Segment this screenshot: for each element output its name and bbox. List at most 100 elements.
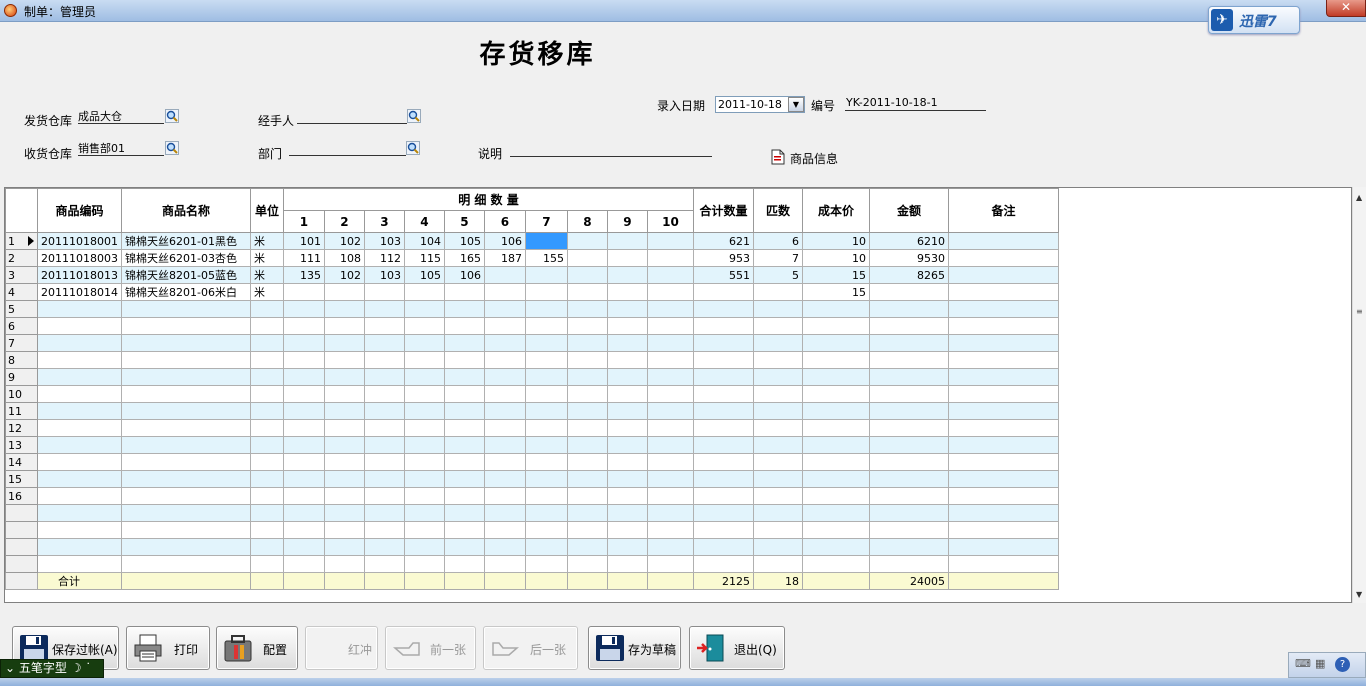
cell-name[interactable] bbox=[120, 419, 251, 437]
scroll-up-icon[interactable]: ▲ bbox=[1356, 193, 1362, 202]
cell-qty[interactable] bbox=[363, 487, 405, 505]
cell-qty[interactable]: 104 bbox=[403, 232, 445, 250]
cell-amount[interactable] bbox=[868, 538, 949, 556]
cell-qty[interactable] bbox=[646, 300, 694, 318]
cell-qty[interactable] bbox=[606, 487, 648, 505]
cell-qty[interactable] bbox=[443, 504, 485, 522]
cell-cost[interactable] bbox=[801, 402, 870, 420]
col-header-pieces[interactable]: 匹数 bbox=[752, 188, 803, 233]
cell-unit[interactable]: 米 bbox=[249, 249, 284, 267]
cell-qty[interactable] bbox=[646, 419, 694, 437]
cell-qty[interactable] bbox=[403, 504, 445, 522]
cell-qty[interactable] bbox=[363, 419, 405, 437]
table-row[interactable]: 10 bbox=[5, 385, 1059, 403]
cell-qty[interactable] bbox=[524, 402, 568, 420]
cell-code[interactable] bbox=[37, 555, 122, 573]
cell-qty[interactable] bbox=[282, 521, 325, 539]
help-icon[interactable]: ? bbox=[1335, 657, 1350, 672]
cell-remark[interactable] bbox=[947, 249, 1059, 267]
table-row[interactable]: 8 bbox=[5, 351, 1059, 369]
cell-code[interactable] bbox=[37, 385, 122, 403]
cell-name[interactable] bbox=[120, 351, 251, 369]
cell-code[interactable] bbox=[37, 368, 122, 386]
cell-total-qty[interactable] bbox=[692, 334, 754, 352]
cell-amount[interactable] bbox=[868, 300, 949, 318]
cell-qty[interactable] bbox=[282, 283, 325, 301]
col-header-unit[interactable]: 单位 bbox=[249, 188, 284, 233]
cell-code[interactable]: 20111018003 bbox=[37, 249, 122, 267]
cell-qty[interactable] bbox=[282, 504, 325, 522]
cell-pieces[interactable] bbox=[752, 334, 803, 352]
cell-unit[interactable]: 米 bbox=[249, 266, 284, 284]
cell-qty[interactable] bbox=[566, 334, 608, 352]
cell-total-qty[interactable] bbox=[692, 351, 754, 369]
cell-pieces[interactable] bbox=[752, 385, 803, 403]
cell-qty[interactable] bbox=[323, 283, 365, 301]
cell-amount[interactable]: 9530 bbox=[868, 249, 949, 267]
cell-qty[interactable] bbox=[606, 402, 648, 420]
cell-qty[interactable] bbox=[566, 266, 608, 284]
cell-cost[interactable]: 15 bbox=[801, 266, 870, 284]
scrollbar-thumb[interactable] bbox=[1354, 205, 1365, 605]
cell-total-qty[interactable]: 621 bbox=[692, 232, 754, 250]
cell-qty[interactable] bbox=[323, 351, 365, 369]
col-header-size[interactable]: 6 bbox=[483, 210, 526, 233]
cell-qty[interactable] bbox=[646, 555, 694, 573]
cell-total-qty[interactable] bbox=[692, 368, 754, 386]
cell-unit[interactable] bbox=[249, 521, 284, 539]
cell-qty[interactable] bbox=[646, 487, 694, 505]
cell-unit[interactable] bbox=[249, 436, 284, 454]
cell-qty[interactable] bbox=[566, 521, 608, 539]
cell-name[interactable] bbox=[120, 402, 251, 420]
cell-qty[interactable]: 103 bbox=[363, 232, 405, 250]
cell-pieces[interactable] bbox=[752, 453, 803, 471]
cell-name[interactable] bbox=[120, 334, 251, 352]
cell-qty[interactable] bbox=[566, 487, 608, 505]
cell-remark[interactable] bbox=[947, 521, 1059, 539]
note-field[interactable] bbox=[510, 141, 712, 157]
cell-unit[interactable] bbox=[249, 555, 284, 573]
cell-qty[interactable] bbox=[323, 504, 365, 522]
cell-qty[interactable] bbox=[363, 436, 405, 454]
search-icon[interactable] bbox=[407, 109, 421, 123]
cell-qty[interactable] bbox=[483, 521, 526, 539]
cell-amount[interactable] bbox=[868, 317, 949, 335]
cell-amount[interactable] bbox=[868, 453, 949, 471]
cell-qty[interactable] bbox=[606, 504, 648, 522]
cell-qty[interactable] bbox=[566, 283, 608, 301]
cell-pieces[interactable]: 7 bbox=[752, 249, 803, 267]
cell-remark[interactable] bbox=[947, 402, 1059, 420]
cell-total-qty[interactable] bbox=[692, 385, 754, 403]
cell-code[interactable] bbox=[37, 300, 122, 318]
department-field[interactable] bbox=[289, 140, 406, 156]
cell-unit[interactable] bbox=[249, 351, 284, 369]
cell-name[interactable] bbox=[120, 521, 251, 539]
cell-qty[interactable] bbox=[443, 470, 485, 488]
table-row[interactable]: 4 20111018014 锦棉天丝8201-06米白米 15 bbox=[5, 283, 1059, 301]
col-header-amount[interactable]: 金额 bbox=[868, 188, 949, 233]
cell-pieces[interactable] bbox=[752, 402, 803, 420]
cell-qty[interactable]: 155 bbox=[524, 249, 568, 267]
cell-total-qty[interactable] bbox=[692, 402, 754, 420]
cell-qty[interactable] bbox=[323, 538, 365, 556]
cell-total-qty[interactable] bbox=[692, 487, 754, 505]
cell-pieces[interactable] bbox=[752, 470, 803, 488]
cell-qty[interactable] bbox=[323, 436, 365, 454]
col-header-cost[interactable]: 成本价 bbox=[801, 188, 870, 233]
cell-qty[interactable] bbox=[443, 351, 485, 369]
cell-cost[interactable] bbox=[801, 436, 870, 454]
cell-qty[interactable] bbox=[363, 351, 405, 369]
cell-cost[interactable] bbox=[801, 487, 870, 505]
cell-qty[interactable] bbox=[606, 385, 648, 403]
cell-qty[interactable] bbox=[363, 317, 405, 335]
exit-button[interactable]: 退出(Q) bbox=[689, 626, 785, 670]
cell-code[interactable]: 20111018014 bbox=[37, 283, 122, 301]
cell-amount[interactable] bbox=[868, 368, 949, 386]
cell-total-qty[interactable] bbox=[692, 317, 754, 335]
col-header-size[interactable]: 10 bbox=[646, 210, 694, 233]
cell-qty[interactable] bbox=[323, 453, 365, 471]
cell-cost[interactable] bbox=[801, 504, 870, 522]
cell-cost[interactable] bbox=[801, 555, 870, 573]
cell-qty[interactable]: 106 bbox=[483, 232, 526, 250]
cell-qty[interactable] bbox=[403, 521, 445, 539]
